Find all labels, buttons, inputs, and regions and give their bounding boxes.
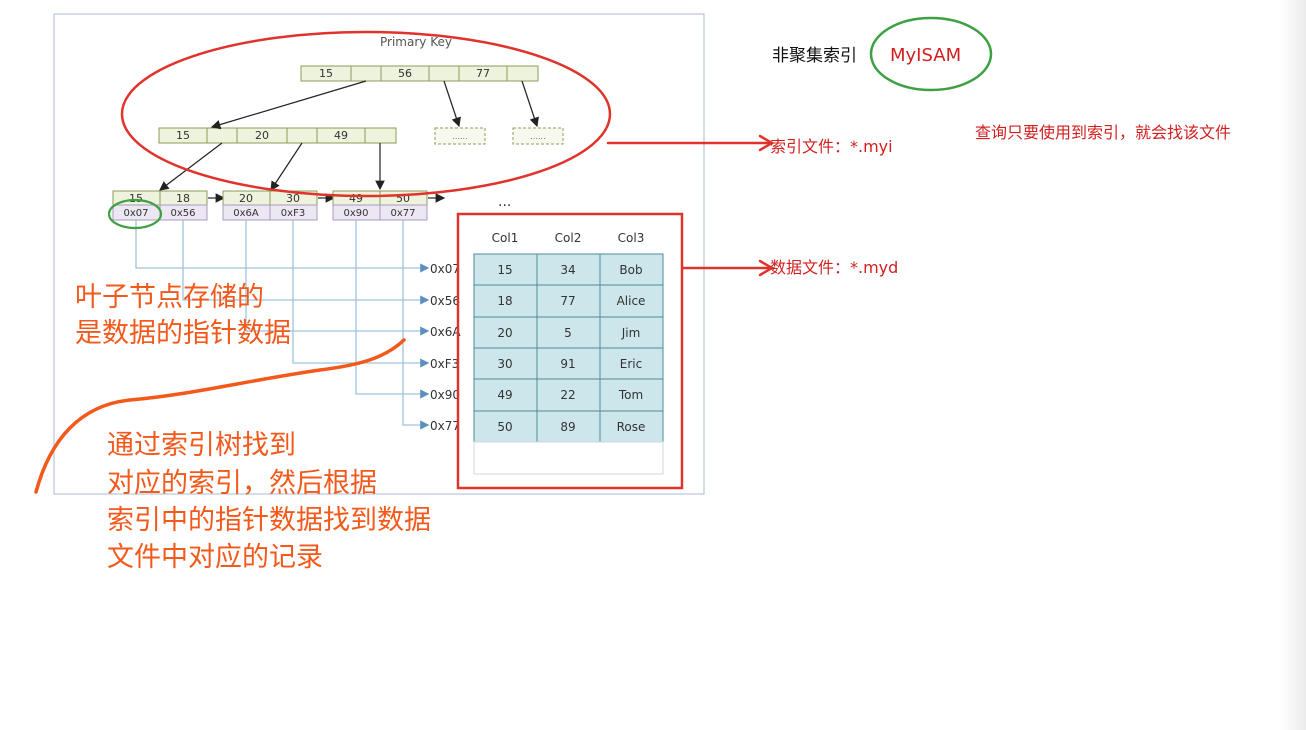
- root-key: 77: [476, 67, 490, 80]
- leaf-pointer: 0xF3: [281, 208, 305, 219]
- pointer-target: 0x56: [430, 294, 460, 308]
- table-cell: 15: [497, 263, 512, 277]
- leaf-pointer: 0x07: [123, 208, 148, 219]
- table-cell: 49: [497, 388, 512, 402]
- window-edge-shadow: [1280, 0, 1306, 730]
- placeholder-dots: ......: [452, 132, 467, 141]
- lookup-note-line: 对应的索引，然后根据: [107, 468, 377, 499]
- leaf-pointer: 0x90: [343, 208, 368, 219]
- lookup-note-line: 文件中对应的记录: [107, 542, 323, 573]
- leaf-pointer: 0x77: [390, 208, 415, 219]
- root-key: 56: [398, 67, 412, 80]
- table-cell: 30: [497, 357, 512, 371]
- query-note: 查询只要使用到索引，就会找该文件: [975, 123, 1231, 142]
- table-cell: 20: [497, 326, 512, 340]
- pointer-target: 0x90: [430, 388, 460, 402]
- leaf-node-2: 20 30 0x6A 0xF3: [222, 190, 318, 221]
- pointer-target: 0x6A: [430, 325, 461, 339]
- table-cell: Tom: [618, 388, 643, 402]
- mid-key: 15: [176, 129, 190, 142]
- engine-label: MyISAM: [890, 45, 961, 66]
- table-cell: 77: [560, 294, 575, 308]
- myisam-index-diagram: Primary Key 15 56 77 15 20 49 ...... ...…: [34, 13, 1231, 573]
- lookup-note-line: 通过索引树找到: [107, 430, 296, 461]
- table-header: Col2: [555, 231, 582, 245]
- mid-key: 20: [255, 129, 269, 142]
- table-cell: 34: [560, 263, 575, 277]
- leaf-key: 15: [129, 192, 143, 205]
- table-cell: Rose: [617, 420, 646, 434]
- table-header: Col1: [492, 231, 519, 245]
- leaf-note-line: 是数据的指针数据: [75, 318, 291, 349]
- leaf-note-line: 叶子节点存储的: [75, 282, 264, 313]
- table-cell: 22: [560, 388, 575, 402]
- table-cell: 50: [497, 420, 512, 434]
- non-clustered-label: 非聚集索引: [772, 46, 857, 66]
- placeholder-dots: ......: [530, 132, 545, 141]
- table-cell: 89: [560, 420, 575, 434]
- table-cell: Bob: [619, 263, 642, 277]
- pointer-target: 0x07: [430, 262, 460, 276]
- table-cell: 91: [560, 357, 575, 371]
- pointer-target: 0xF3: [430, 357, 459, 371]
- root-key: 15: [319, 67, 333, 80]
- data-file-label: 数据文件：*.myd: [770, 258, 898, 277]
- leaf-key: 20: [239, 192, 253, 205]
- leaf-pointer: 0x56: [170, 208, 195, 219]
- leaf-pointer: 0x6A: [233, 208, 259, 219]
- table-cell: Alice: [617, 294, 646, 308]
- table-cell: Eric: [620, 357, 642, 371]
- table-cell: Jim: [621, 326, 641, 340]
- root-node: 15 56 77: [300, 65, 539, 82]
- data-table: Col1 Col2 Col3 15 34 Bob 18 77 Alice 20 …: [473, 222, 664, 475]
- table-cell: 18: [497, 294, 512, 308]
- index-file-label: 索引文件：*.myi: [770, 137, 893, 156]
- mid-key: 49: [334, 129, 348, 142]
- table-header: Col3: [618, 231, 645, 245]
- leaf-more: ...: [498, 194, 511, 210]
- leaf-key: 49: [349, 192, 363, 205]
- leaf-key: 18: [176, 192, 190, 205]
- lookup-note-line: 索引中的指针数据找到数据: [107, 505, 431, 536]
- pointer-target: 0x77: [430, 419, 460, 433]
- mid-node: 15 20 49: [158, 127, 397, 144]
- table-cell: 5: [564, 326, 572, 340]
